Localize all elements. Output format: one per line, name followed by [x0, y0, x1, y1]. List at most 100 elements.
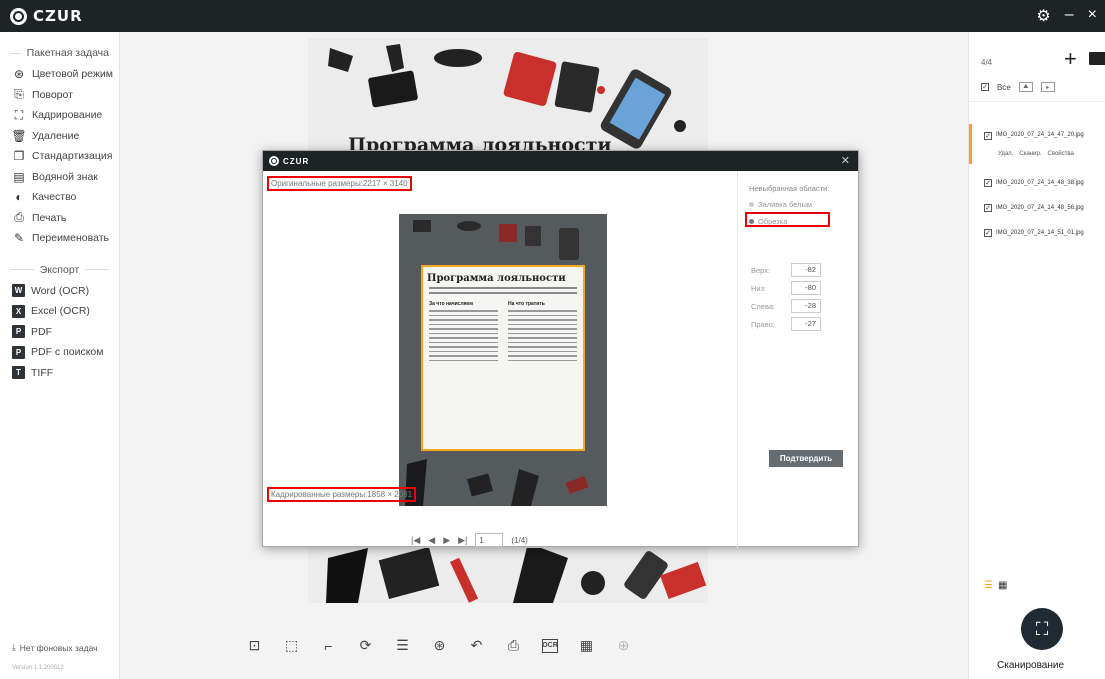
first-page-icon[interactable]: |◀: [411, 535, 420, 546]
crop-dialog: CZUR ✕ Программа лояльности За что начис…: [262, 150, 860, 548]
cropped-size-label: Кадрированные размеры:1858 × 2081: [267, 487, 417, 502]
dialog-close-icon[interactable]: ✕: [841, 154, 850, 167]
pdf-icon: P: [12, 325, 25, 339]
file-checkbox[interactable]: ✓: [984, 132, 992, 140]
file-count: 4/4: [981, 58, 993, 67]
excel-icon: X: [12, 304, 25, 318]
dialog-logo-icon: [269, 156, 279, 166]
export-excel-ocr[interactable]: X Excel (OCR): [0, 301, 119, 322]
file-checkbox[interactable]: ✓: [984, 178, 992, 187]
word-icon: W: [12, 284, 25, 298]
select-all-label: Все: [997, 82, 1011, 92]
file-checkbox[interactable]: ✓: [984, 203, 992, 212]
upload-icon: ⤓: [12, 642, 16, 652]
file-list: ✓ IMG_2020_07_24_14_47_20.jpg Удал. Скан…: [969, 124, 1105, 245]
export-header: Экспорт: [0, 259, 119, 281]
close-icon[interactable]: ×: [1088, 6, 1097, 26]
gear-icon[interactable]: ⚙: [1036, 6, 1050, 26]
batch-task-header: Пакетная задача: [0, 42, 119, 64]
right-offset-row: Право: -27: [751, 317, 821, 331]
sidebar-item-quality[interactable]: ◐ Качество: [0, 187, 119, 208]
select-area-icon[interactable]: ⬚: [283, 637, 300, 654]
radio-fill-white[interactable]: [749, 202, 754, 207]
prev-page-icon[interactable]: ◀: [428, 535, 435, 546]
standardize-icon: ❐: [13, 149, 25, 164]
fill-white-option[interactable]: Заливка белым: [749, 200, 812, 209]
sidebar-item-print[interactable]: ⎙ Печать: [0, 208, 119, 229]
title-bar: CZUR ⚙ – ×: [0, 0, 1105, 32]
sidebar-item-watermark[interactable]: ▤ Водяной знак: [0, 167, 119, 188]
trash-icon: 🗑: [11, 128, 27, 143]
fit-icon[interactable]: ⊡: [246, 637, 263, 654]
minimize-icon[interactable]: –: [1065, 6, 1074, 26]
grid-view-icon[interactable]: ▦: [998, 580, 1007, 591]
top-offset-input[interactable]: -82: [791, 263, 821, 277]
qr-code-icon[interactable]: ▦: [578, 637, 595, 654]
logo-icon: [10, 7, 27, 25]
export-word-ocr[interactable]: W Word (OCR): [0, 281, 119, 302]
add-icon[interactable]: +: [1064, 46, 1077, 72]
sidebar-item-rename[interactable]: ✎ Переименовать: [0, 228, 119, 249]
brand-name: CZUR: [33, 7, 83, 25]
file-item[interactable]: ✓ IMG_2020_07_24_14_48_38.jpg: [969, 170, 1105, 195]
scan-icon: ⛶: [1035, 618, 1049, 639]
watermark-icon: ▤: [13, 169, 25, 184]
file-checkbox[interactable]: ✓: [984, 228, 992, 237]
confirm-button[interactable]: Подтвердить: [769, 450, 843, 467]
crop-tool-icon[interactable]: ⌐: [320, 637, 337, 654]
select-all-checkbox[interactable]: ✓: [981, 83, 989, 91]
left-offset-row: Слева: -28: [751, 299, 821, 313]
palette-icon: ⊛: [13, 67, 25, 82]
rotate-icon: ⎘: [14, 87, 24, 102]
right-panel: 4/4 + ✓ Все ⛰ ▸ ✓ IMG_2020_07_24_14_47_2…: [968, 32, 1105, 679]
rotate-tool-icon[interactable]: ⟳: [357, 637, 374, 654]
preview-col1-header: За что начисляем: [429, 301, 473, 307]
unselected-area-title: Невыбранная области:: [749, 184, 830, 193]
print-icon: ⎙: [14, 210, 24, 225]
page-number-input[interactable]: [475, 533, 504, 547]
print-tool-icon[interactable]: ⎙: [505, 637, 522, 654]
left-offset-input[interactable]: -28: [791, 299, 821, 313]
preview-page-title: Программа лояльности: [427, 273, 566, 284]
sidebar-item-standardize[interactable]: ❐ Стандартизация: [0, 146, 119, 167]
background-tasks[interactable]: ⤓ Нет фоновых задач: [12, 642, 98, 653]
ocr-icon[interactable]: OCR: [542, 638, 558, 653]
file-item[interactable]: ✓ IMG_2020_07_24_14_47_20.jpg Удал. Скан…: [969, 124, 1105, 164]
properties-link[interactable]: Свойства: [1047, 151, 1073, 157]
slideshow-icon[interactable]: ▸: [1040, 82, 1055, 92]
bottom-offset-input[interactable]: -80: [791, 281, 821, 295]
crop-settings-panel: Невыбранная области: Заливка белым Обрез…: [739, 171, 860, 548]
last-page-icon[interactable]: ▶|: [458, 535, 467, 546]
tiff-icon: T: [12, 366, 25, 380]
export-pdf[interactable]: P PDF: [0, 322, 119, 343]
sidebar-item-delete[interactable]: 🗑 Удаление: [0, 126, 119, 147]
sidebar-item-color-mode[interactable]: ⊛ Цветовой режим: [0, 64, 119, 85]
split-icon[interactable]: ⊕: [615, 637, 632, 654]
delete-link[interactable]: Удал.: [998, 151, 1013, 157]
color-mode-icon[interactable]: ⊛: [431, 637, 448, 654]
next-page-icon[interactable]: ▶: [443, 535, 450, 546]
scan-link[interactable]: Сканир.: [1019, 151, 1041, 157]
file-item[interactable]: ✓ IMG_2020_07_24_14_48_56.jpg: [969, 195, 1105, 220]
crop-frame[interactable]: Программа лояльности За что начисляем На…: [421, 265, 585, 451]
dialog-title-bar: CZUR: [263, 151, 858, 171]
top-offset-row: Верх: -82: [751, 263, 821, 277]
bottom-offset-row: Низ: -80: [751, 281, 821, 295]
app-logo: CZUR: [10, 7, 83, 25]
quality-icon: ◐: [15, 190, 23, 205]
list-view-icon[interactable]: ☰: [984, 580, 993, 591]
file-item[interactable]: ✓ IMG_2020_07_24_14_51_01.jpg: [969, 220, 1105, 245]
image-icon[interactable]: ⛰: [1018, 82, 1033, 92]
adjust-icon[interactable]: ☰: [394, 637, 411, 654]
sidebar-item-rotate[interactable]: ⎘ Поворот: [0, 85, 119, 106]
undo-icon[interactable]: ↶: [468, 637, 485, 654]
scan-label: Сканирование: [997, 660, 1065, 671]
scan-button[interactable]: ⛶: [1021, 608, 1063, 650]
sidebar-item-crop[interactable]: ⛶ Кадрирование: [0, 105, 119, 126]
crop-option-highlight: [745, 212, 830, 227]
export-searchable-pdf[interactable]: P PDF с поиском: [0, 342, 119, 363]
right-offset-input[interactable]: -27: [791, 317, 821, 331]
crop-preview-image[interactable]: Программа лояльности За что начисляем На…: [399, 214, 607, 506]
export-tiff[interactable]: T TIFF: [0, 363, 119, 384]
folder-icon[interactable]: [1089, 52, 1105, 65]
